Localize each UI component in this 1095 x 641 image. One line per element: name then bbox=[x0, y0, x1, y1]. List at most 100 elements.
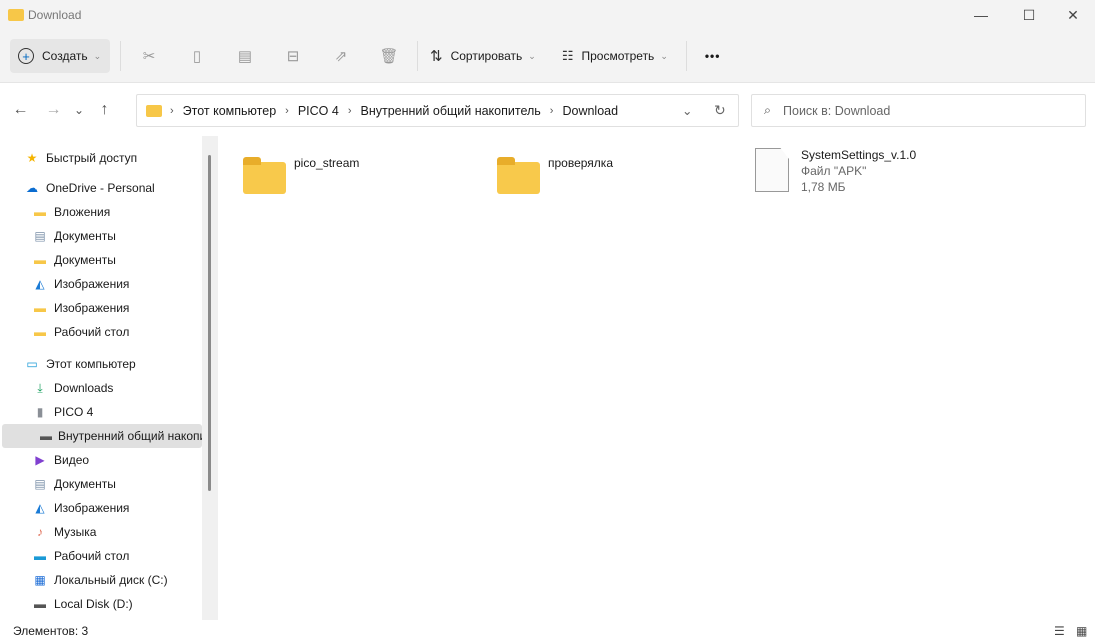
drive-icon: ▬ bbox=[34, 597, 46, 611]
recent-locations-button[interactable]: ⌄ bbox=[70, 103, 88, 117]
cloud-icon: ☁ bbox=[26, 181, 38, 195]
sidebar-item-label: Изображения bbox=[54, 277, 130, 291]
minimize-button[interactable]: — bbox=[958, 0, 1004, 30]
sidebar-item[interactable]: ▤ Документы bbox=[32, 472, 202, 496]
cut-icon[interactable]: ✂ bbox=[125, 39, 173, 73]
folder-icon: ▬ bbox=[34, 205, 46, 219]
rename-icon[interactable]: ⊟ bbox=[269, 39, 317, 73]
sidebar-item[interactable]: ▬ Документы bbox=[32, 248, 202, 272]
file-icon bbox=[755, 148, 789, 192]
sidebar-item-label: Документы bbox=[54, 253, 116, 267]
folder-item[interactable]: проверялка bbox=[497, 154, 613, 194]
sidebar-item-label: Музыка bbox=[54, 525, 97, 539]
sidebar-item[interactable]: ◭ Изображения bbox=[32, 272, 202, 296]
folder-item[interactable]: pico_stream bbox=[243, 154, 359, 194]
document-icon: ▤ bbox=[34, 229, 46, 243]
sidebar-item[interactable]: ★ Быстрый доступ bbox=[24, 146, 202, 170]
sidebar-item-label: OneDrive - Personal bbox=[46, 181, 155, 195]
sidebar-item-label: Быстрый доступ bbox=[46, 151, 138, 165]
chevron-right-icon: › bbox=[170, 104, 174, 117]
maximize-button[interactable]: ☐ bbox=[1006, 0, 1052, 30]
scrollbar-thumb[interactable] bbox=[208, 155, 211, 491]
sidebar-item[interactable]: ▬ Вложения bbox=[32, 200, 202, 224]
sort-button[interactable]: ⇅ Сортировать ⌄ bbox=[422, 39, 544, 73]
pictures-icon: ◭ bbox=[35, 501, 45, 515]
sidebar-item[interactable]: ▮ PICO 4 bbox=[32, 400, 202, 424]
sidebar-item-label: Внутренний общий накопитель bbox=[58, 429, 202, 443]
search-icon: ⌕ bbox=[764, 103, 772, 117]
star-icon: ★ bbox=[26, 151, 38, 165]
up-button[interactable]: ↑ bbox=[88, 101, 121, 119]
sidebar-item-label: Локальный диск (C:) bbox=[54, 573, 168, 587]
copy-icon[interactable]: ▯ bbox=[173, 39, 221, 73]
sort-icon: ⇅ bbox=[430, 48, 443, 65]
file-item[interactable]: SystemSettings_v.1.0 Файл "APK" 1,78 МБ bbox=[755, 148, 916, 194]
sidebar-item-label: Рабочий стол bbox=[54, 325, 130, 339]
sidebar-item[interactable]: ▶ Видео bbox=[32, 448, 202, 472]
sidebar-item[interactable]: ♪ Музыка bbox=[32, 520, 202, 544]
breadcrumb-item[interactable]: PICO 4 bbox=[298, 104, 339, 118]
chevron-down-icon: ⌄ bbox=[660, 50, 668, 61]
file-name: SystemSettings_v.1.0 bbox=[801, 148, 917, 162]
breadcrumb-item[interactable]: Download bbox=[562, 104, 618, 118]
sidebar-item-label: Изображения bbox=[54, 501, 130, 515]
close-button[interactable]: ✕ bbox=[1050, 0, 1095, 30]
sidebar-item[interactable]: ▬ Изображения bbox=[32, 296, 202, 320]
divider bbox=[417, 41, 418, 71]
chevron-right-icon: › bbox=[285, 104, 289, 117]
more-button[interactable]: ••• bbox=[697, 39, 729, 73]
video-icon: ▶ bbox=[35, 453, 45, 467]
create-button[interactable]: + Создать ⌄ bbox=[10, 39, 110, 73]
sidebar-item[interactable]: ▬ Рабочий стол bbox=[32, 320, 202, 344]
drive-icon: ▬ bbox=[40, 429, 52, 443]
view-button[interactable]: ☷ Просмотреть ⌄ bbox=[554, 39, 676, 73]
navigation-pane: ★ Быстрый доступ ☁ OneDrive - Personal ▬ Влож… bbox=[0, 140, 202, 620]
folder-icon bbox=[497, 157, 540, 194]
sidebar-item[interactable]: ⤓ Downloads bbox=[32, 376, 202, 400]
status-bar: Элементов: 3 ☰ ▦ bbox=[0, 620, 1095, 641]
view-icon: ☷ bbox=[561, 48, 574, 63]
plus-circle-icon: + bbox=[18, 48, 34, 64]
sidebar-item[interactable]: ▤ Документы bbox=[32, 224, 202, 248]
sidebar-item[interactable]: ▬ Local Disk (D:) bbox=[32, 592, 202, 616]
sidebar-item-label: Downloads bbox=[54, 381, 114, 395]
sidebar-item[interactable]: ☁ OneDrive - Personal bbox=[24, 176, 202, 200]
paste-icon[interactable]: ▤ bbox=[221, 39, 269, 73]
sidebar-item[interactable]: ◭ Изображения bbox=[32, 496, 202, 520]
folder-icon bbox=[146, 104, 162, 117]
share-icon[interactable]: ⇗ bbox=[317, 39, 365, 73]
file-size: 1,78 МБ bbox=[801, 180, 846, 194]
address-bar[interactable]: › Этот компьютер › PICO 4 › Внутренний о… bbox=[136, 94, 739, 127]
sidebar-item-label: Local Disk (D:) bbox=[54, 597, 133, 611]
title-bar: Download — ☐ ✕ bbox=[0, 0, 1095, 30]
sidebar-item[interactable]: ▦ Локальный диск (C:) bbox=[32, 568, 202, 592]
divider bbox=[120, 41, 121, 71]
sidebar-item[interactable]: ▬ Внутренний общий накопитель bbox=[2, 424, 202, 448]
sidebar-item[interactable]: ▭ Этот компьютер bbox=[24, 352, 202, 376]
refresh-icon[interactable]: ↻ bbox=[714, 102, 726, 119]
sidebar-item-label: Видео bbox=[54, 453, 90, 467]
chevron-down-icon: ⌄ bbox=[528, 50, 536, 61]
address-history-dropdown[interactable]: ⌄ bbox=[682, 103, 692, 118]
desktop-icon: ▬ bbox=[34, 549, 46, 563]
folder-icon: ▬ bbox=[34, 253, 46, 267]
tiles-view-icon[interactable]: ▦ bbox=[1076, 624, 1087, 638]
sidebar-item[interactable]: ▬ Рабочий стол bbox=[32, 544, 202, 568]
pictures-icon: ◭ bbox=[35, 277, 45, 291]
breadcrumb-item[interactable]: Внутренний общий накопитель bbox=[361, 104, 541, 118]
breadcrumb-item[interactable]: Этот компьютер bbox=[183, 104, 276, 118]
delete-icon[interactable]: 🗑 bbox=[365, 39, 413, 73]
navigation-bar: ← → ⌄ ↑ › Этот компьютер › PICO 4 › Внут… bbox=[0, 84, 1095, 136]
back-button[interactable]: ← bbox=[4, 101, 37, 119]
chevron-right-icon: › bbox=[549, 104, 554, 117]
forward-button[interactable]: → bbox=[37, 101, 70, 119]
details-view-icon[interactable]: ☰ bbox=[1054, 624, 1065, 638]
download-icon: ⤓ bbox=[37, 380, 43, 395]
sidebar-item-label: Вложения bbox=[54, 205, 111, 219]
music-icon: ♪ bbox=[37, 525, 43, 539]
item-count: Элементов: 3 bbox=[13, 623, 89, 638]
windows-drive-icon: ▦ bbox=[34, 573, 46, 587]
folder-icon bbox=[8, 9, 24, 21]
folder-icon bbox=[243, 157, 286, 194]
search-input[interactable]: ⌕ Поиск в: Download bbox=[751, 94, 1086, 127]
